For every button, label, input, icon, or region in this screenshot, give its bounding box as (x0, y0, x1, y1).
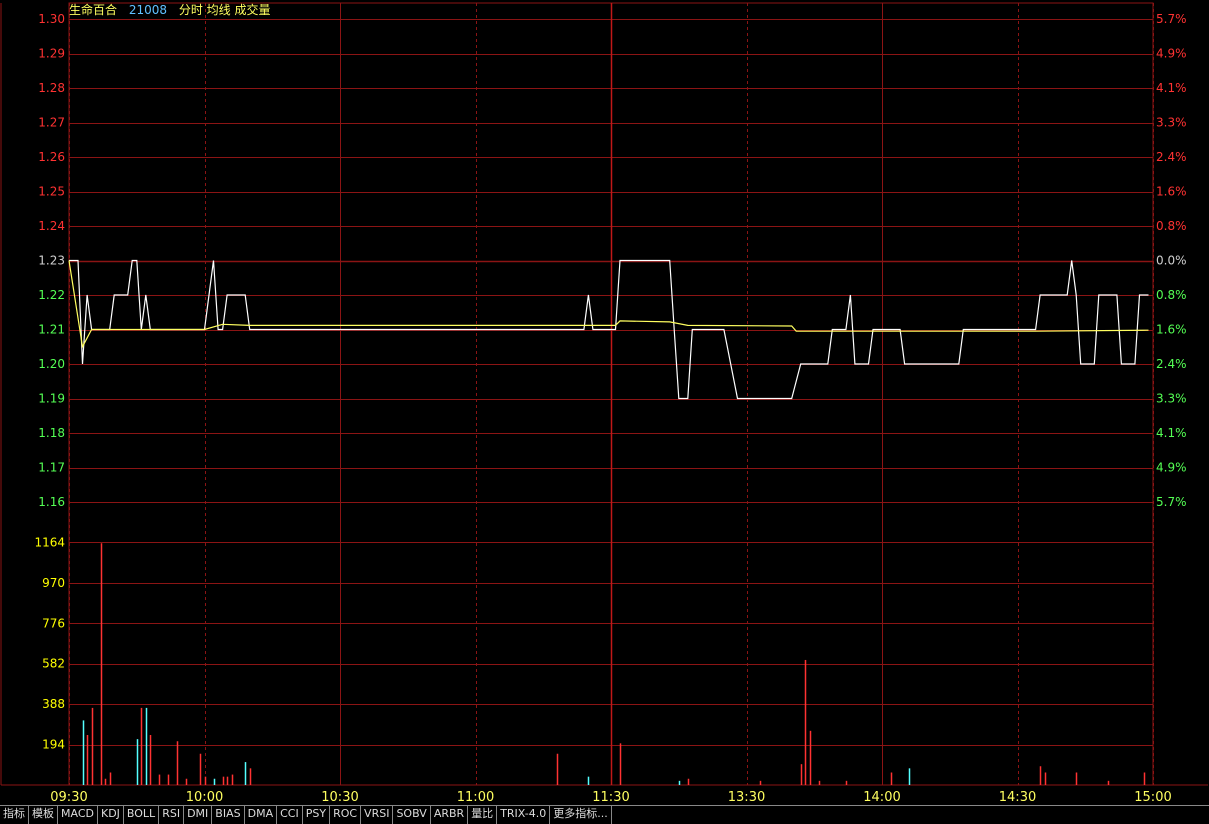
time-tick-label: 10:00 (186, 790, 223, 805)
axis-labels: 1.30 1.29 1.28 1.27 1.26 1.25 1.24 1.23 1.22 1.21… (34, 12, 1186, 805)
price-tick-label: 1.27 (38, 116, 65, 130)
time-tick-label: 09:30 (50, 790, 87, 805)
price-tick-label: 1.19 (38, 392, 65, 406)
tab-4[interactable]: BOLL (124, 806, 160, 824)
price-tick-label: 1.22 (38, 288, 65, 302)
price-tick-label: 1.29 (38, 47, 65, 61)
percent-tick-label: 4.1% (1156, 81, 1187, 95)
price-tick-label: 1.18 (38, 426, 65, 440)
tab-8[interactable]: DMA (245, 806, 278, 824)
percent-tick-label: 0.8% (1156, 288, 1187, 302)
tab-16[interactable]: TRIX-4.0 (497, 806, 551, 824)
tab-7[interactable]: BIAS (212, 806, 245, 824)
volume-tick-label: 1164 (34, 535, 65, 549)
price-tick-label: 1.30 (38, 12, 65, 26)
price-tick-label: 1.17 (38, 461, 65, 475)
indicator-labels: 分时 均线 成交量 (178, 3, 271, 17)
time-tick-label: 10:30 (321, 790, 358, 805)
price-lines (68, 259, 1149, 400)
volume-tick-label: 582 (42, 657, 65, 671)
percent-tick-label: 3.3% (1156, 116, 1187, 130)
intraday-chart[interactable]: 1.30 1.29 1.28 1.27 1.26 1.25 1.24 1.23 1.22 1.21… (0, 0, 1209, 805)
price-tick-label: 1.25 (38, 185, 65, 199)
percent-tick-label: 4.9% (1156, 47, 1187, 61)
percent-tick-label: 4.9% (1156, 461, 1187, 475)
time-tick-label: 11:30 (592, 790, 629, 805)
percent-tick-label: 3.3% (1156, 392, 1187, 406)
tab-15[interactable]: 量比 (468, 806, 498, 824)
time-tick-label: 15:00 (1134, 790, 1171, 805)
price-tick-label: 1.21 (38, 323, 65, 337)
percent-tick-label: 1.6% (1156, 185, 1187, 199)
time-tick-label: 14:30 (999, 790, 1036, 805)
volume-tick-label: 776 (42, 616, 65, 630)
price-line (69, 259, 1149, 400)
tab-1[interactable]: 模板 (29, 806, 58, 824)
percent-tick-label: 5.7% (1156, 12, 1187, 26)
chart-header: 生命百合 21008 分时 均线 成交量 (69, 3, 279, 18)
percent-tick-label: 2.4% (1156, 150, 1187, 164)
price-tick-label: 1.26 (38, 150, 65, 164)
stock-name: 生命百合 (69, 3, 118, 17)
tab-10[interactable]: PSY (303, 806, 331, 824)
tab-0[interactable]: 指标 (0, 806, 29, 824)
percent-tick-label: 5.7% (1156, 495, 1187, 509)
average-line (68, 260, 1149, 349)
price-tick-label: 1.23 (38, 254, 65, 268)
chart-grid (0, 2, 1208, 786)
stock-code: 21008 (128, 3, 168, 17)
volume-tick-label: 388 (42, 697, 65, 711)
indicator-tab-bar: 指标 模板 MACD KDJ BOLL RSI DMI BIAS DMA CCI PSY ROC VRS… (0, 805, 1209, 824)
price-tick-label: 1.24 (38, 219, 65, 233)
percent-tick-label: 4.1% (1156, 426, 1187, 440)
time-tick-label: 13:30 (728, 790, 765, 805)
tab-13[interactable]: SOBV (393, 806, 431, 824)
percent-tick-label: 1.6% (1156, 323, 1187, 337)
tab-3[interactable]: KDJ (98, 806, 124, 824)
tab-12[interactable]: VRSI (361, 806, 394, 824)
percent-tick-label: 0.0% (1156, 254, 1187, 268)
tab-2[interactable]: MACD (58, 806, 98, 824)
volume-tick-label: 194 (42, 738, 65, 752)
price-tick-label: 1.20 (38, 357, 65, 371)
tab-6[interactable]: DMI (184, 806, 213, 824)
tab-17[interactable]: 更多指标... (550, 806, 612, 824)
time-tick-label: 14:00 (863, 790, 900, 805)
volume-tick-label: 970 (42, 576, 65, 590)
tab-14[interactable]: ARBR (431, 806, 469, 824)
percent-tick-label: 2.4% (1156, 357, 1187, 371)
price-tick-label: 1.28 (38, 81, 65, 95)
tab-9[interactable]: CCI (277, 806, 303, 824)
time-tick-label: 11:00 (457, 790, 494, 805)
percent-tick-label: 0.8% (1156, 219, 1187, 233)
tab-5[interactable]: RSI (159, 806, 185, 824)
tab-11[interactable]: ROC (330, 806, 362, 824)
price-tick-label: 1.16 (38, 495, 65, 509)
